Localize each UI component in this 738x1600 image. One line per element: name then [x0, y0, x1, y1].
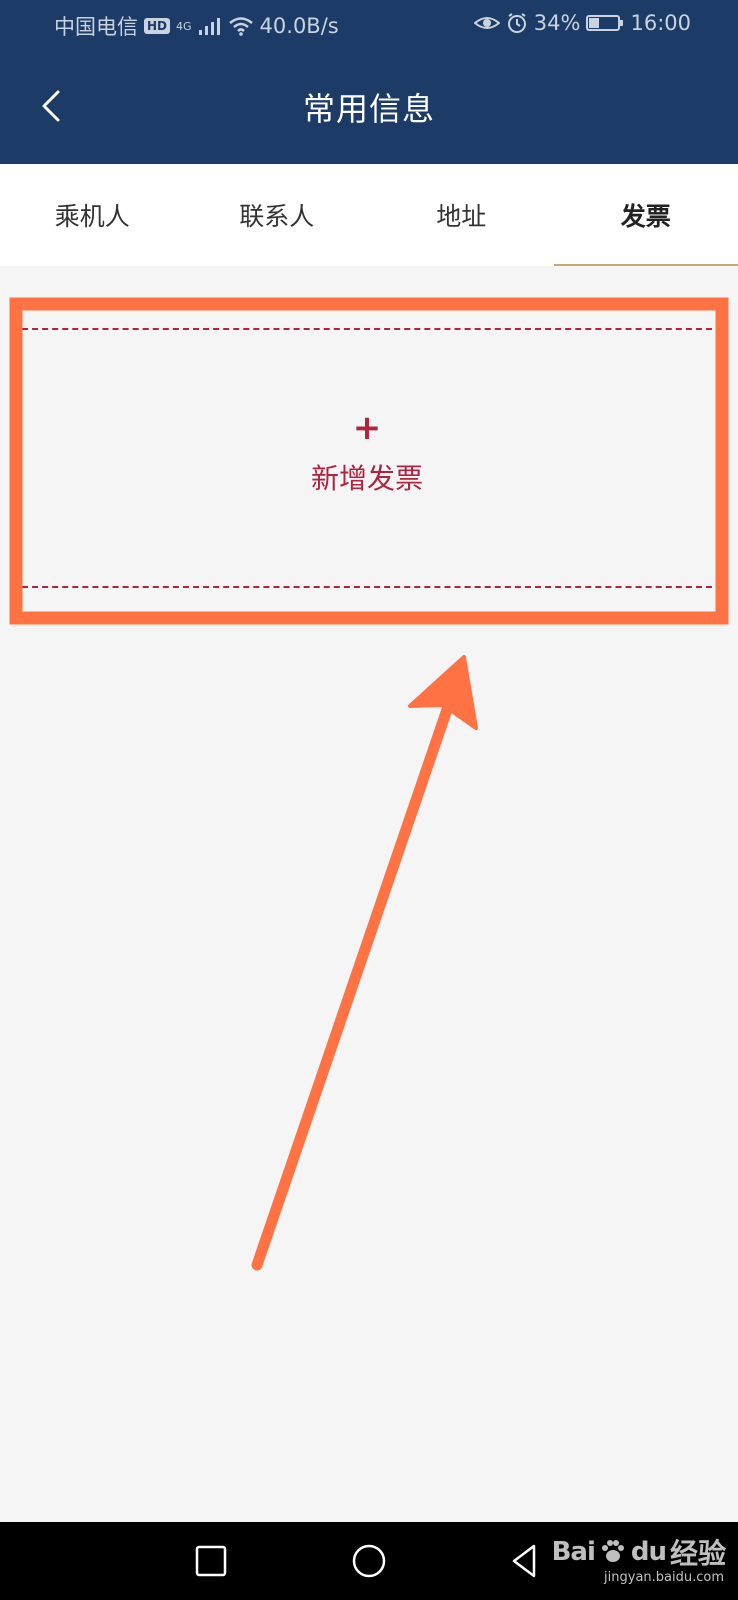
tab-bar: 乘机人 联系人 地址 发票	[0, 164, 738, 266]
annotation-arrow-shaft	[251, 689, 458, 1271]
tab-invoice[interactable]: 发票	[553, 164, 738, 266]
wifi-icon	[228, 17, 253, 36]
carrier-label: 中国电信	[54, 15, 138, 39]
tab-address[interactable]: 地址	[369, 164, 554, 266]
plus-icon: +	[352, 408, 382, 448]
tab-contacts[interactable]: 联系人	[185, 164, 370, 266]
add-invoice-button[interactable]: + 新增发票	[22, 328, 712, 588]
square-icon[interactable]	[186, 1536, 236, 1586]
eye-icon	[473, 17, 500, 29]
circle-icon[interactable]	[344, 1536, 394, 1586]
network-speed: 40.0B/s	[259, 14, 339, 38]
status-bar: 中国电信 HD 4G 40.0B/s 34% 16:00	[0, 0, 738, 50]
watermark-brand-suffix: du	[630, 1537, 667, 1567]
alarm-icon	[507, 13, 526, 33]
status-right: 34% 16:00	[473, 11, 691, 35]
watermark-url: jingyan.baidu.com	[604, 1570, 724, 1585]
signal-icon	[198, 18, 220, 35]
hd-badge: HD	[144, 18, 171, 34]
triangle-back-icon[interactable]	[500, 1536, 550, 1586]
add-invoice-label: 新增发票	[310, 462, 423, 495]
app-header: 中国电信 HD 4G 40.0B/s 34% 16:00 常用信息	[0, 0, 738, 164]
paw-icon	[601, 1540, 624, 1562]
network-type: 4G	[176, 19, 192, 33]
page-title: 常用信息	[302, 90, 435, 128]
battery-icon	[586, 15, 624, 31]
clock-time: 16:00	[630, 11, 691, 35]
status-left: 中国电信 HD 4G 40.0B/s	[54, 11, 339, 41]
watermark-sub: 经验	[669, 1537, 726, 1570]
battery-percent: 34%	[533, 11, 581, 35]
tab-passengers[interactable]: 乘机人	[0, 164, 185, 266]
watermark-brand: Bai	[551, 1537, 596, 1567]
annotation-arrow-head	[408, 655, 478, 730]
baidu-watermark: Bai du 经验	[552, 1532, 726, 1572]
